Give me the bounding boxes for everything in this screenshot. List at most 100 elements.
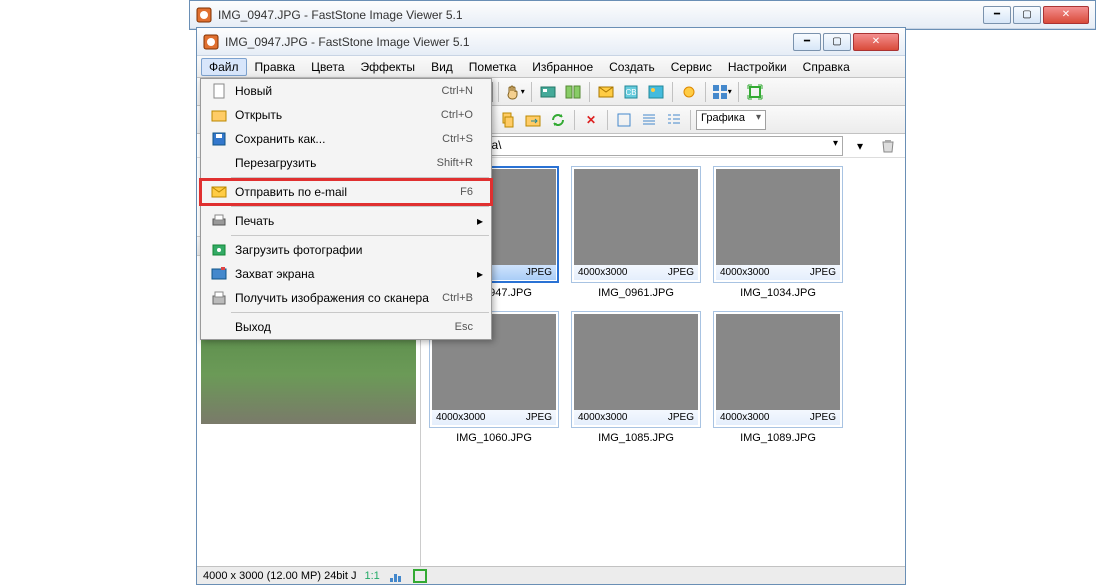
- view-type-combo[interactable]: Графика: [696, 110, 766, 130]
- menu-settings[interactable]: Настройки: [720, 58, 795, 76]
- refresh-button[interactable]: [547, 109, 569, 131]
- slideshow-button[interactable]: [537, 81, 559, 103]
- menu-item-захват-экрана[interactable]: Захват экрана▸: [201, 262, 491, 286]
- app-icon: [203, 34, 219, 50]
- thumb-image: [574, 314, 698, 410]
- menu-item-сохранить-как-[interactable]: Сохранить как...Ctrl+S: [201, 127, 491, 151]
- menu-item-label: Открыть: [229, 108, 441, 122]
- thumb-format: JPEG: [526, 267, 552, 278]
- fit-icon[interactable]: [412, 568, 428, 584]
- path-go-button[interactable]: ▾: [849, 135, 871, 157]
- menu-item-shortcut: Shift+R: [437, 157, 473, 169]
- view-details-button[interactable]: [638, 109, 660, 131]
- compare-button[interactable]: [562, 81, 584, 103]
- contact-sheet-button[interactable]: CB: [620, 81, 642, 103]
- thumbnail[interactable]: 4000x3000 JPEG IMG_1085.JPG: [571, 311, 701, 444]
- close-button[interactable]: ✕: [853, 33, 899, 51]
- menu-item-label: Новый: [229, 84, 442, 98]
- menu-item-label: Сохранить как...: [229, 132, 442, 146]
- menu-item-выход[interactable]: ВыходEsc: [201, 315, 491, 339]
- thumb-filename: IMG_0961.JPG: [571, 283, 701, 299]
- menu-favorites[interactable]: Избранное: [524, 58, 601, 76]
- separator: [738, 82, 739, 102]
- fullscreen-button[interactable]: [744, 81, 766, 103]
- thumb-format: JPEG: [668, 412, 694, 423]
- menu-create[interactable]: Создать: [601, 58, 663, 76]
- print-icon: [209, 213, 229, 229]
- menu-item-label: Печать: [229, 214, 473, 228]
- minimize-button-back[interactable]: ━: [983, 6, 1011, 24]
- scan-icon: [209, 290, 229, 306]
- thumbnail[interactable]: 4000x3000JPEGIMG_1034.JPG: [713, 166, 843, 299]
- thumb-filename: IMG_1085.JPG: [571, 428, 701, 444]
- menu-tools[interactable]: Сервис: [663, 58, 720, 76]
- thumb-dims: 4000x3000: [578, 267, 628, 278]
- file-menu-dropdown: НовыйCtrl+NОткрытьCtrl+OСохранить как...…: [200, 78, 492, 340]
- menu-help[interactable]: Справка: [795, 58, 858, 76]
- separator: [690, 110, 691, 130]
- menu-item-получить-изображения-со-сканера[interactable]: Получить изображения со сканераCtrl+B: [201, 286, 491, 310]
- minimize-button[interactable]: ━: [793, 33, 821, 51]
- maximize-button[interactable]: ▢: [823, 33, 851, 51]
- email-button[interactable]: [595, 81, 617, 103]
- menu-mark[interactable]: Пометка: [461, 58, 525, 76]
- thumb-filename: IMG_1034.JPG: [713, 283, 843, 299]
- menu-item-отправить-по-e-mail[interactable]: Отправить по e-mailF6: [201, 180, 491, 204]
- menu-item-новый[interactable]: НовыйCtrl+N: [201, 79, 491, 103]
- thumb-format: JPEG: [668, 267, 694, 278]
- trash-button[interactable]: [877, 135, 899, 157]
- menu-file[interactable]: Файл: [201, 58, 247, 76]
- thumbnail[interactable]: 4000x3000 JPEG IMG_1089.JPG: [713, 311, 843, 444]
- view-list-button[interactable]: [663, 109, 685, 131]
- menubar: Файл Правка Цвета Эффекты Вид Пометка Из…: [197, 56, 905, 78]
- maximize-button-back[interactable]: ▢: [1013, 6, 1041, 24]
- thumb-filename: IMG_1089.JPG: [713, 428, 843, 444]
- menu-item-перезагрузить[interactable]: ПерезагрузитьShift+R: [201, 151, 491, 175]
- thumb-format: JPEG: [810, 267, 836, 278]
- thumb-format: JPEG: [810, 412, 836, 423]
- mail-icon: [209, 184, 229, 200]
- thumb-dims: 4000x3000: [578, 412, 628, 423]
- thumb-filename: IMG_1060.JPG: [429, 428, 559, 444]
- rotate-button[interactable]: [678, 81, 700, 103]
- close-button-back[interactable]: ✕: [1043, 6, 1089, 24]
- thumb-format: JPEG: [526, 412, 552, 423]
- menu-effects[interactable]: Эффекты: [353, 58, 424, 76]
- separator: [607, 110, 608, 130]
- thumb-dims: 4000x3000: [720, 412, 770, 423]
- menu-item-shortcut: Ctrl+O: [441, 109, 473, 121]
- menu-item-label: Отправить по e-mail: [229, 185, 460, 199]
- view-mode-button[interactable]: ▾: [711, 81, 733, 103]
- menu-edit[interactable]: Правка: [247, 58, 304, 76]
- save-icon: [209, 131, 229, 147]
- hand-tool-button[interactable]: ▾: [504, 81, 526, 103]
- menu-colors[interactable]: Цвета: [303, 58, 352, 76]
- upload-icon: [209, 242, 229, 258]
- status-info: 4000 x 3000 (12.00 MP) 24bit J: [203, 570, 356, 582]
- capture-icon: [209, 266, 229, 282]
- histogram-icon[interactable]: [388, 568, 404, 584]
- menu-item-shortcut: Ctrl+B: [442, 292, 473, 304]
- svg-text:CB: CB: [625, 88, 636, 97]
- delete-button[interactable]: ✕: [580, 109, 602, 131]
- move-button[interactable]: [522, 109, 544, 131]
- copy-button[interactable]: [497, 109, 519, 131]
- menu-item-открыть[interactable]: ОткрытьCtrl+O: [201, 103, 491, 127]
- menu-item-загрузить-фотографии[interactable]: Загрузить фотографии: [201, 238, 491, 262]
- menu-item-печать[interactable]: Печать▸: [201, 209, 491, 233]
- menu-item-shortcut: Ctrl+S: [442, 133, 473, 145]
- menu-view[interactable]: Вид: [423, 58, 461, 76]
- new-icon: [209, 83, 229, 99]
- menu-item-shortcut: Ctrl+N: [442, 85, 473, 97]
- separator: [705, 82, 706, 102]
- view-large-button[interactable]: [613, 109, 635, 131]
- wallpaper-button[interactable]: [645, 81, 667, 103]
- menu-item-label: Выход: [229, 320, 455, 334]
- window-title-back: IMG_0947.JPG - FastStone Image Viewer 5.…: [218, 8, 983, 22]
- titlebar[interactable]: IMG_0947.JPG - FastStone Image Viewer 5.…: [197, 28, 905, 56]
- titlebar-back: IMG_0947.JPG - FastStone Image Viewer 5.…: [190, 1, 1095, 29]
- separator: [498, 82, 499, 102]
- submenu-arrow-icon: ▸: [473, 267, 483, 281]
- menu-item-label: Получить изображения со сканера: [229, 291, 442, 305]
- thumbnail[interactable]: 4000x3000 JPEG IMG_0961.JPG: [571, 166, 701, 299]
